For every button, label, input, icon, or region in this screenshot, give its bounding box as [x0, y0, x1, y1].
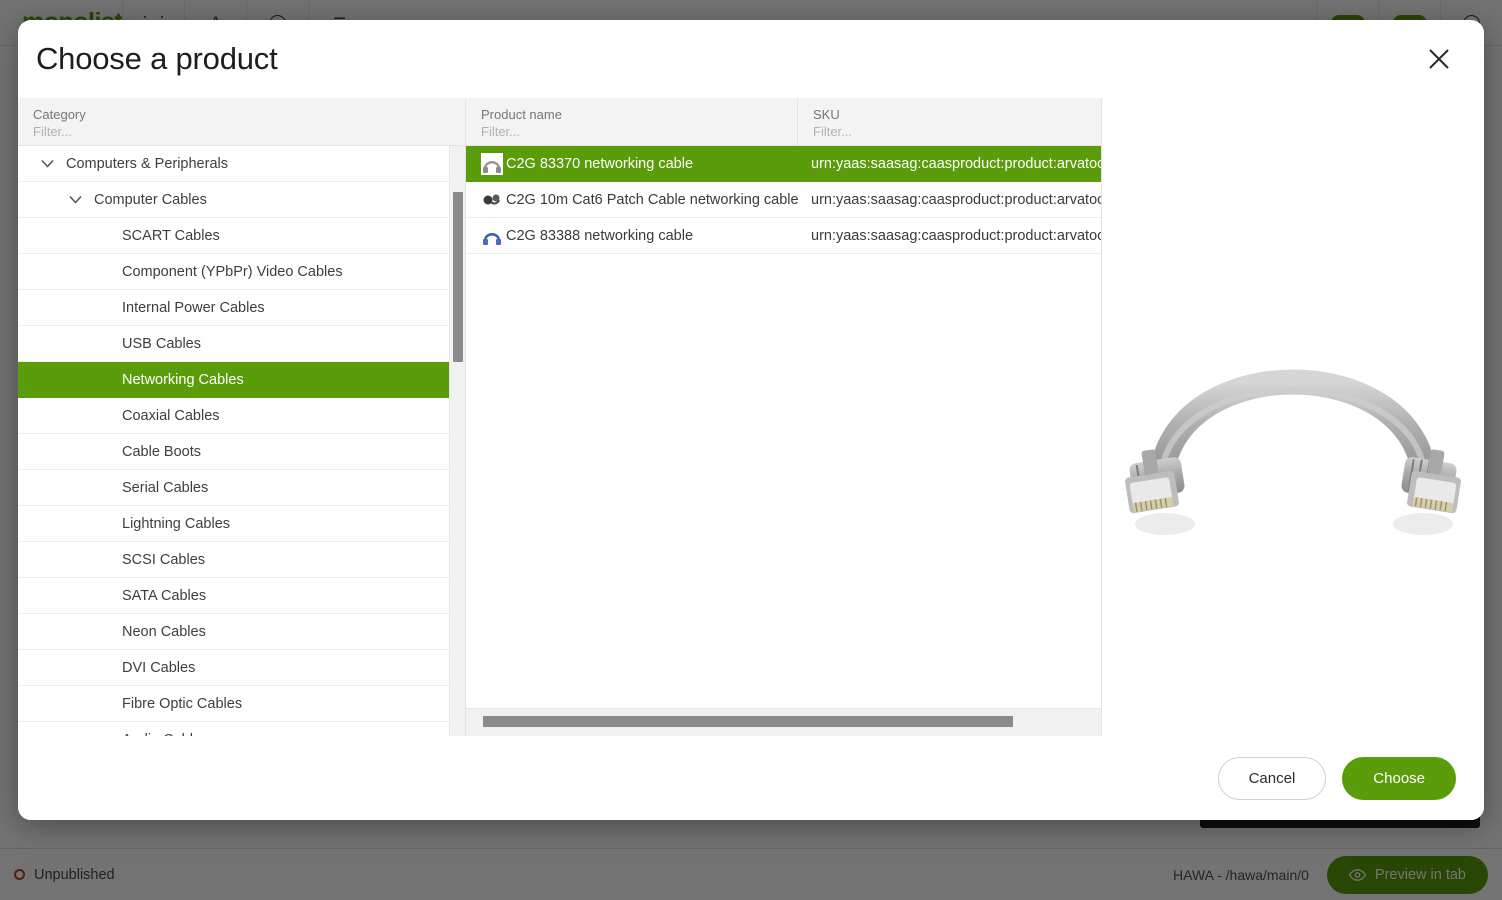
choose-button[interactable]: Choose: [1342, 757, 1456, 800]
cable-thumbnail-blue-loop-icon: [466, 225, 506, 247]
product-rows: C2G 83370 networking cableurn:yaas:saasa…: [466, 146, 1101, 708]
dialog-header: Choose a product: [18, 20, 1484, 98]
product-row-name: C2G 83388 networking cable: [506, 228, 798, 244]
product-row[interactable]: C2G 10m Cat6 Patch Cable networking cabl…: [466, 182, 1101, 218]
sku-filter-input[interactable]: [813, 123, 1072, 140]
category-tree-item[interactable]: Internal Power Cables: [18, 290, 465, 326]
category-tree-item[interactable]: Audio Cables: [18, 722, 465, 736]
product-name-header-label: Product name: [481, 107, 797, 123]
sku-header-label: SKU: [813, 107, 1101, 123]
category-tree-item[interactable]: Networking Cables: [18, 362, 465, 398]
category-tree-item-label: Coaxial Cables: [122, 408, 220, 424]
category-tree-item[interactable]: Computers & Peripherals: [18, 146, 465, 182]
product-row-name: C2G 83370 networking cable: [506, 156, 798, 172]
category-tree-item-label: Lightning Cables: [122, 516, 230, 532]
product-column-headers: Product name SKU: [466, 98, 1101, 146]
category-tree-item[interactable]: SCSI Cables: [18, 542, 465, 578]
chevron-down-icon[interactable]: [64, 195, 86, 204]
chevron-down-icon[interactable]: [36, 159, 58, 168]
close-button[interactable]: [1418, 38, 1460, 80]
category-tree-item[interactable]: Computer Cables: [18, 182, 465, 218]
page-title: Choose a product: [36, 41, 278, 77]
category-filter-input[interactable]: [33, 123, 422, 140]
category-scrollbar[interactable]: [449, 146, 465, 736]
category-tree-item-label: Fibre Optic Cables: [122, 696, 242, 712]
product-row-sku: urn:yaas:saasag:caasproduct:product:arva…: [798, 156, 1101, 172]
sku-column-header: SKU: [798, 98, 1101, 145]
cable-thumbnail-dark-coiled-icon: [466, 189, 506, 211]
choose-product-dialog: Choose a product Category Computers & Pe…: [18, 20, 1484, 820]
category-tree-item-label: Computer Cables: [94, 192, 207, 208]
category-tree-item-label: Networking Cables: [122, 372, 244, 388]
cable-thumbnail-grey-loop-icon: [466, 153, 506, 175]
category-tree-item[interactable]: USB Cables: [18, 326, 465, 362]
category-tree: Computers & Peripherals Computer Cables SC…: [18, 146, 465, 736]
category-tree-item[interactable]: Fibre Optic Cables: [18, 686, 465, 722]
category-tree-item-label: Neon Cables: [122, 624, 206, 640]
dialog-body: Category Computers & PeripheralsComputer…: [18, 98, 1484, 736]
product-list-horizontal-scrollbar[interactable]: [466, 708, 1101, 736]
category-tree-item[interactable]: Coaxial Cables: [18, 398, 465, 434]
category-tree-item[interactable]: Component (YPbPr) Video Cables: [18, 254, 465, 290]
category-column-header: Category: [18, 98, 465, 146]
category-tree-item[interactable]: DVI Cables: [18, 650, 465, 686]
product-list-panel: Product name SKU C2G 83370 networking ca…: [466, 98, 1102, 736]
cancel-button[interactable]: Cancel: [1218, 757, 1327, 800]
dialog-footer: Cancel Choose: [18, 736, 1484, 820]
category-tree-item[interactable]: SATA Cables: [18, 578, 465, 614]
product-row[interactable]: C2G 83388 networking cableurn:yaas:saasa…: [466, 218, 1101, 254]
category-tree-item-label: USB Cables: [122, 336, 201, 352]
category-tree-item-label: SCSI Cables: [122, 552, 205, 568]
category-tree-item-label: Cable Boots: [122, 444, 201, 460]
close-icon: [1426, 46, 1452, 72]
grey-ethernet-patch-cable-image: [1103, 252, 1483, 582]
category-tree-item[interactable]: Cable Boots: [18, 434, 465, 470]
category-scrollbar-thumb[interactable]: [453, 192, 463, 362]
category-header-label: Category: [33, 107, 465, 123]
category-panel: Category Computers & PeripheralsComputer…: [18, 98, 466, 736]
product-preview-panel: [1102, 98, 1484, 736]
category-tree-item[interactable]: Neon Cables: [18, 614, 465, 650]
category-tree-item-label: SCART Cables: [122, 228, 220, 244]
category-tree-item-label: Computers & Peripherals: [66, 156, 228, 172]
category-tree-item-label: Internal Power Cables: [122, 300, 265, 316]
category-tree-item-label: Serial Cables: [122, 480, 208, 496]
product-list-scrollbar-thumb[interactable]: [483, 716, 1013, 727]
category-tree-item-label: Audio Cables: [122, 732, 208, 737]
product-preview-image: [1103, 252, 1483, 582]
product-row-name: C2G 10m Cat6 Patch Cable networking cabl…: [506, 192, 798, 208]
category-tree-item[interactable]: Serial Cables: [18, 470, 465, 506]
category-tree-item-label: DVI Cables: [122, 660, 195, 676]
category-tree-item[interactable]: SCART Cables: [18, 218, 465, 254]
category-tree-item-label: Component (YPbPr) Video Cables: [122, 264, 343, 280]
category-tree-item-label: SATA Cables: [122, 588, 206, 604]
product-row[interactable]: C2G 83370 networking cableurn:yaas:saasa…: [466, 146, 1101, 182]
product-row-sku: urn:yaas:saasag:caasproduct:product:arva…: [798, 192, 1101, 208]
product-row-sku: urn:yaas:saasag:caasproduct:product:arva…: [798, 228, 1101, 244]
product-name-filter-input[interactable]: [481, 123, 765, 140]
product-name-column-header: Product name: [466, 98, 798, 145]
category-tree-item[interactable]: Lightning Cables: [18, 506, 465, 542]
